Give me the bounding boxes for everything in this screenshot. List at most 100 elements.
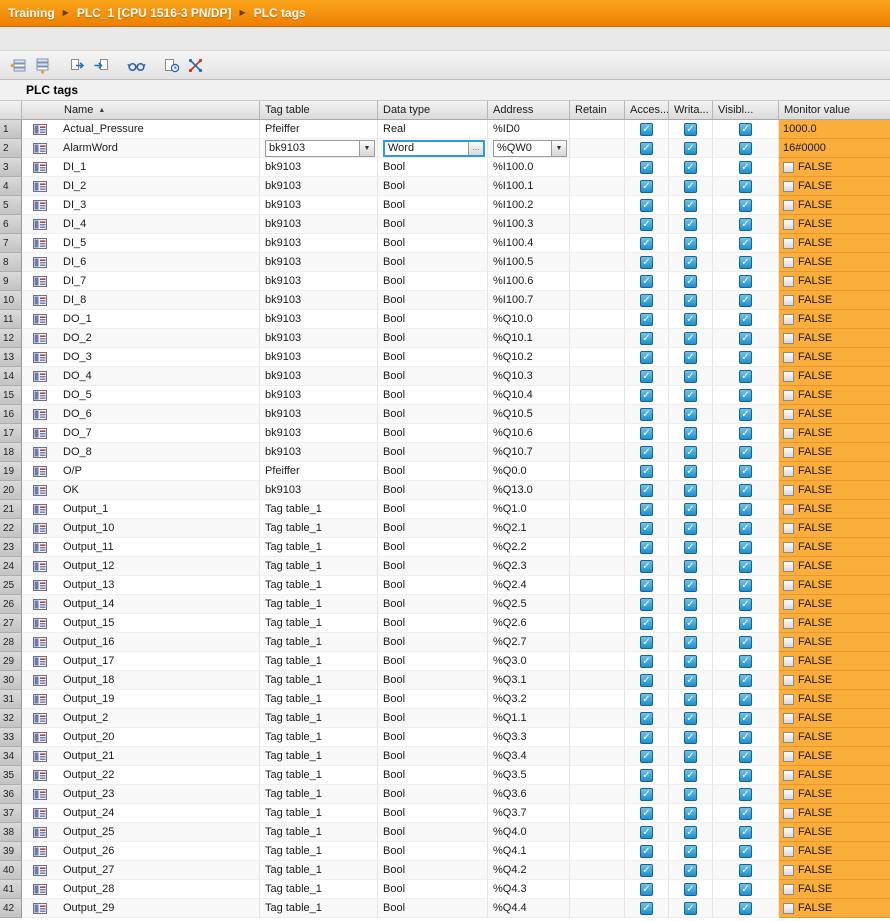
accessible-checkbox[interactable]: ✓ xyxy=(640,445,653,459)
bool-false-indicator-icon[interactable] xyxy=(783,199,794,211)
accessible-cell[interactable]: ✓ xyxy=(625,671,669,690)
column-header-monitor-value[interactable]: Monitor value xyxy=(779,101,890,119)
writable-checkbox[interactable]: ✓ xyxy=(684,844,697,858)
monitor-value-cell[interactable]: 16#0000 xyxy=(779,139,890,158)
row-number[interactable]: 3 xyxy=(0,158,22,177)
monitor-value-cell[interactable]: FALSE xyxy=(779,500,890,519)
snapshot-icon[interactable] xyxy=(159,54,183,76)
data-type-cell[interactable]: Bool xyxy=(378,481,488,500)
address-cell[interactable]: %Q3.5 xyxy=(488,766,570,785)
tag-name-cell[interactable]: Output_12 xyxy=(58,557,260,576)
address-cell[interactable]: %Q3.7 xyxy=(488,804,570,823)
row-number[interactable]: 28 xyxy=(0,633,22,652)
tag-name-cell[interactable]: Output_2 xyxy=(58,709,260,728)
accessible-checkbox[interactable]: ✓ xyxy=(640,768,653,782)
row-number[interactable]: 23 xyxy=(0,538,22,557)
tag-name-cell[interactable]: Output_15 xyxy=(58,614,260,633)
row-number[interactable]: 12 xyxy=(0,329,22,348)
accessible-checkbox[interactable]: ✓ xyxy=(640,483,653,497)
accessible-cell[interactable]: ✓ xyxy=(625,709,669,728)
data-type-cell[interactable]: Bool xyxy=(378,253,488,272)
visible-checkbox[interactable]: ✓ xyxy=(739,198,752,212)
table-row[interactable]: 13 DO_3 bk9103 Bool %Q10.2 ✓ ✓ ✓ FALSE xyxy=(0,348,890,367)
address-combo[interactable]: %QW0 ▼ xyxy=(493,139,567,157)
visible-checkbox[interactable]: ✓ xyxy=(739,597,752,611)
visible-checkbox[interactable]: ✓ xyxy=(739,559,752,573)
bool-false-indicator-icon[interactable] xyxy=(783,503,794,515)
row-number[interactable]: 39 xyxy=(0,842,22,861)
tag-name-cell[interactable]: Output_16 xyxy=(58,633,260,652)
writable-cell[interactable]: ✓ xyxy=(669,386,713,405)
tag-name-cell[interactable]: DO_7 xyxy=(58,424,260,443)
row-number[interactable]: 20 xyxy=(0,481,22,500)
retain-cell[interactable] xyxy=(570,823,625,842)
writable-cell[interactable]: ✓ xyxy=(669,139,713,158)
visible-checkbox[interactable]: ✓ xyxy=(739,616,752,630)
writable-cell[interactable]: ✓ xyxy=(669,614,713,633)
writable-cell[interactable]: ✓ xyxy=(669,747,713,766)
visible-checkbox[interactable]: ✓ xyxy=(739,578,752,592)
tag-name-cell[interactable]: Output_1 xyxy=(58,500,260,519)
retain-cell[interactable] xyxy=(570,899,625,918)
monitor-value-cell[interactable]: FALSE xyxy=(779,747,890,766)
visible-cell[interactable]: ✓ xyxy=(713,557,779,576)
bool-false-indicator-icon[interactable] xyxy=(783,845,794,857)
row-number[interactable]: 2 xyxy=(0,139,22,158)
writable-cell[interactable]: ✓ xyxy=(669,671,713,690)
writable-checkbox[interactable]: ✓ xyxy=(684,198,697,212)
address-cell[interactable]: %Q4.4 xyxy=(488,899,570,918)
accessible-cell[interactable]: ✓ xyxy=(625,557,669,576)
writable-cell[interactable]: ✓ xyxy=(669,728,713,747)
writable-checkbox[interactable]: ✓ xyxy=(684,274,697,288)
visible-cell[interactable]: ✓ xyxy=(713,177,779,196)
monitor-value-cell[interactable]: FALSE xyxy=(779,462,890,481)
accessible-checkbox[interactable]: ✓ xyxy=(640,540,653,554)
export-icon[interactable] xyxy=(65,54,89,76)
writable-cell[interactable]: ✓ xyxy=(669,823,713,842)
accessible-cell[interactable]: ✓ xyxy=(625,899,669,918)
retain-cell[interactable] xyxy=(570,614,625,633)
writable-checkbox[interactable]: ✓ xyxy=(684,407,697,421)
table-row[interactable]: 22 Output_10 Tag table_1 Bool %Q2.1 ✓ ✓ ✓ FALSE xyxy=(0,519,890,538)
tag-name-cell[interactable]: DO_5 xyxy=(58,386,260,405)
writable-cell[interactable]: ✓ xyxy=(669,367,713,386)
tag-table-cell[interactable]: Tag table_1 xyxy=(260,690,378,709)
writable-checkbox[interactable]: ✓ xyxy=(684,521,697,535)
accessible-cell[interactable]: ✓ xyxy=(625,481,669,500)
bool-false-indicator-icon[interactable] xyxy=(783,826,794,838)
tag-name-cell[interactable]: DO_6 xyxy=(58,405,260,424)
monitor-value-cell[interactable]: FALSE xyxy=(779,633,890,652)
table-row[interactable]: 34 Output_21 Tag table_1 Bool %Q3.4 ✓ ✓ ✓ FALSE xyxy=(0,747,890,766)
visible-cell[interactable]: ✓ xyxy=(713,234,779,253)
tag-name-cell[interactable]: DO_2 xyxy=(58,329,260,348)
visible-checkbox[interactable]: ✓ xyxy=(739,806,752,820)
data-type-combo[interactable]: Word… xyxy=(383,139,485,157)
writable-cell[interactable]: ✓ xyxy=(669,861,713,880)
visible-cell[interactable]: ✓ xyxy=(713,595,779,614)
row-number[interactable]: 21 xyxy=(0,500,22,519)
accessible-checkbox[interactable]: ✓ xyxy=(640,882,653,896)
accessible-cell[interactable]: ✓ xyxy=(625,234,669,253)
table-row[interactable]: 12 DO_2 bk9103 Bool %Q10.1 ✓ ✓ ✓ FALSE xyxy=(0,329,890,348)
accessible-checkbox[interactable]: ✓ xyxy=(640,141,653,155)
data-type-cell[interactable]: Bool xyxy=(378,234,488,253)
visible-cell[interactable]: ✓ xyxy=(713,614,779,633)
column-header-address[interactable]: Address xyxy=(488,101,570,119)
accessible-checkbox[interactable]: ✓ xyxy=(640,616,653,630)
visible-cell[interactable]: ✓ xyxy=(713,462,779,481)
monitor-all-icon[interactable] xyxy=(124,54,148,76)
address-cell[interactable]: %Q10.2 xyxy=(488,348,570,367)
cross-reference-icon[interactable] xyxy=(183,54,207,76)
monitor-value-cell[interactable]: FALSE xyxy=(779,329,890,348)
address-cell[interactable]: %I100.4 xyxy=(488,234,570,253)
visible-checkbox[interactable]: ✓ xyxy=(739,863,752,877)
writable-checkbox[interactable]: ✓ xyxy=(684,331,697,345)
tag-name-cell[interactable]: Output_17 xyxy=(58,652,260,671)
tag-name-cell[interactable]: Output_24 xyxy=(58,804,260,823)
visible-checkbox[interactable]: ✓ xyxy=(739,730,752,744)
data-type-cell[interactable]: Bool xyxy=(378,576,488,595)
monitor-value-cell[interactable]: FALSE xyxy=(779,652,890,671)
writable-checkbox[interactable]: ✓ xyxy=(684,711,697,725)
bool-false-indicator-icon[interactable] xyxy=(783,769,794,781)
writable-checkbox[interactable]: ✓ xyxy=(684,502,697,516)
